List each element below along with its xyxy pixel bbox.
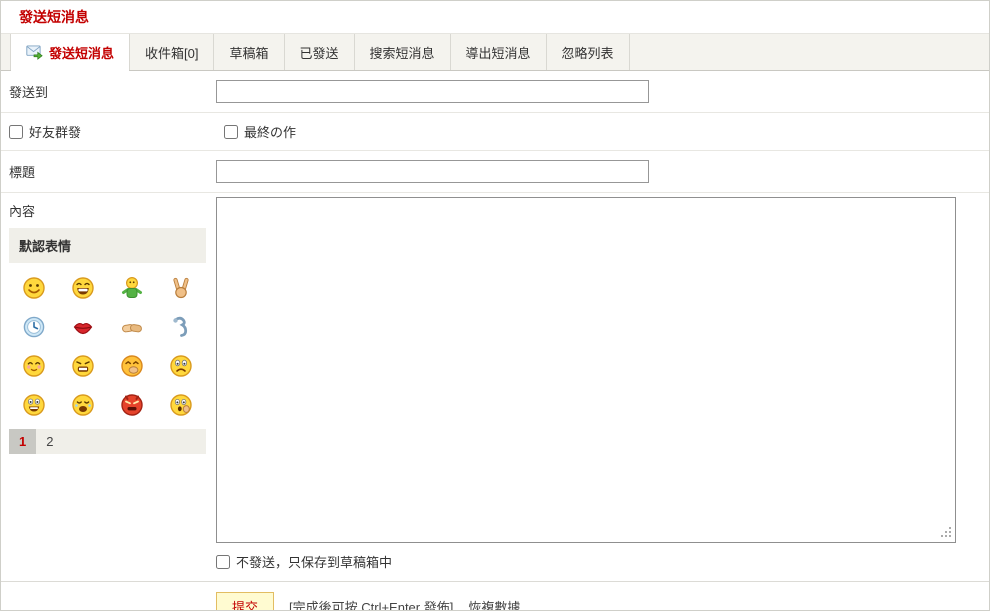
tab-sent[interactable]: 已發送: [285, 34, 355, 70]
tab-label: 導出短消息: [465, 45, 531, 61]
subject-label: 標題: [9, 165, 36, 180]
subject-input[interactable]: [216, 160, 649, 183]
emoticon-sad[interactable]: [157, 346, 206, 385]
lips-icon: [73, 322, 93, 334]
emoticon-panel-title: 默認表情: [9, 228, 206, 263]
mail-send-icon: [26, 44, 43, 60]
emoticon-hug[interactable]: [108, 268, 157, 307]
emoticon-pager: 1 2: [9, 429, 206, 454]
tab-label: 收件箱[0]: [145, 45, 199, 61]
cry-icon: [72, 393, 94, 416]
emoticon-time[interactable]: [9, 307, 58, 346]
emoticon-shy[interactable]: [9, 346, 58, 385]
tab-label: 忽略列表: [561, 45, 614, 61]
message-textarea[interactable]: [216, 197, 956, 543]
friend-bulk-checkbox[interactable]: 好友群發: [9, 122, 224, 141]
restore-data-link[interactable]: 恢複數據: [468, 597, 520, 610]
page-title: 發送短消息: [19, 9, 89, 25]
emoticon-grid: [9, 263, 206, 429]
furious-icon: [121, 393, 143, 416]
save-draft-checkbox-input[interactable]: [216, 554, 230, 569]
recipient-checkbox[interactable]: 最終の作: [224, 122, 296, 141]
friend-bulk-label: 好友群發: [29, 125, 82, 140]
hug-icon: [122, 276, 143, 298]
emoticon-bawl[interactable]: [58, 346, 107, 385]
ctrl-enter-hint: [完成後可按 Ctrl+Enter 發佈]: [289, 600, 454, 611]
content-left-column: 內容 默認表情 1 2: [9, 197, 216, 454]
subject-row: 標題: [1, 151, 989, 193]
tab-label: 搜索短消息: [369, 45, 435, 61]
shy-icon: [22, 354, 45, 377]
tab-send-message[interactable]: 發送短消息: [10, 34, 131, 71]
send-message-page: 發送短消息 發送短消息 收件箱[0] 草稿箱 已發送 搜索短消息 導出短消息 忽…: [0, 0, 990, 611]
emoticon-panel: 默認表情 1 2: [9, 228, 206, 454]
recipient-checkbox-input[interactable]: [224, 124, 238, 139]
emoticon-laugh[interactable]: [58, 268, 107, 307]
handshake-icon: [122, 323, 143, 332]
emoticon-shocked[interactable]: [157, 385, 206, 424]
checkbox-row: 好友群發 最終の作: [1, 113, 989, 151]
tab-label: 發送短消息: [49, 45, 115, 61]
tab-label: 已發送: [299, 45, 339, 61]
emoticon-kiss[interactable]: [58, 307, 107, 346]
send-to-label: 發送到: [9, 85, 49, 100]
content-row: 內容 默認表情 1 2 不發送，只保存到草稿箱中: [1, 193, 989, 581]
send-to-input[interactable]: [216, 80, 649, 103]
footer-bar: 提交 [完成後可按 Ctrl+Enter 發佈] 恢複數據: [1, 581, 989, 611]
victory-icon: [173, 277, 189, 298]
emoticon-cry[interactable]: [58, 385, 107, 424]
save-draft-checkbox[interactable]: 不發送，只保存到草稿箱中: [216, 552, 981, 571]
submit-button[interactable]: 提交: [216, 592, 275, 610]
recipient-checkbox-label: 最終の作: [244, 125, 297, 140]
tab-export-messages[interactable]: 導出短消息: [451, 34, 547, 70]
tab-search-messages[interactable]: 搜索短消息: [355, 34, 451, 70]
emoticon-happy[interactable]: [9, 385, 58, 424]
emoticon-victory[interactable]: [157, 268, 206, 307]
smile-icon: [22, 276, 45, 299]
phone-icon: [173, 316, 188, 337]
happy-icon: [22, 393, 45, 416]
send-to-row: 發送到: [1, 71, 989, 113]
tab-drafts[interactable]: 草稿箱: [214, 34, 285, 70]
shocked-icon: [170, 393, 193, 416]
pager-page-1[interactable]: 1: [9, 429, 37, 454]
tab-inbox[interactable]: 收件箱[0]: [130, 34, 215, 70]
content-label: 內容: [9, 204, 36, 219]
emoticon-titter[interactable]: [108, 346, 157, 385]
bawl-icon: [72, 354, 94, 377]
page-header: 發送短消息: [1, 1, 989, 34]
friend-bulk-checkbox-input[interactable]: [9, 124, 23, 139]
titter-icon: [121, 354, 143, 377]
sad-icon: [170, 354, 193, 377]
content-right-column: 不發送，只保存到草稿箱中: [216, 197, 981, 571]
emoticon-furious[interactable]: [108, 385, 157, 424]
laugh-icon: [72, 276, 94, 299]
message-textarea-wrap: [216, 197, 956, 543]
tab-label: 草稿箱: [229, 45, 269, 61]
save-draft-label: 不發送，只保存到草稿箱中: [236, 555, 393, 570]
pager-page-2[interactable]: 2: [36, 429, 63, 454]
emoticon-handshake[interactable]: [108, 307, 157, 346]
tab-ignore-list[interactable]: 忽略列表: [547, 34, 630, 70]
emoticon-smile[interactable]: [9, 268, 58, 307]
tab-bar: 發送短消息 收件箱[0] 草稿箱 已發送 搜索短消息 導出短消息 忽略列表: [1, 34, 989, 71]
clock-icon: [23, 316, 44, 337]
emoticon-call[interactable]: [157, 307, 206, 346]
